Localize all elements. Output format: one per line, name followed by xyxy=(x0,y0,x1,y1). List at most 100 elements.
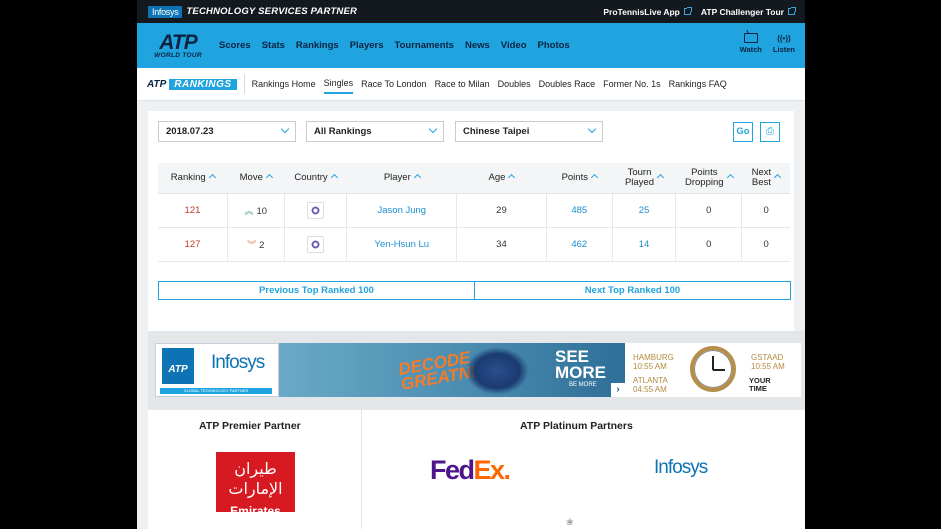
tourn-played-link[interactable]: 25 xyxy=(612,193,677,228)
col-ranking[interactable]: Ranking xyxy=(158,163,228,194)
subnav-doubles[interactable]: Doubles xyxy=(498,75,531,93)
print-icon[interactable]: ⎙ xyxy=(760,122,780,142)
chevron-down-icon xyxy=(428,124,438,134)
nav-item-news[interactable]: News xyxy=(465,40,490,51)
previous-top-100-button[interactable]: Previous Top Ranked 100 xyxy=(158,281,475,300)
infosys-logo[interactable]: Infosys xyxy=(148,5,183,18)
next-best-cell: 0 xyxy=(741,193,790,228)
partner-tagline: TECHNOLOGY SERVICES PARTNER xyxy=(186,6,358,17)
atp-world-tour-logo[interactable]: ATP WORLD TOUR xyxy=(149,32,207,60)
page: Infosys TECHNOLOGY SERVICES PARTNER ProT… xyxy=(137,0,805,529)
table-row[interactable]: 121 ︽ 10 Jason Jung 29 485 25 0 0 xyxy=(158,193,790,228)
player-link[interactable]: Jason Jung xyxy=(346,193,458,228)
tv-icon xyxy=(743,33,758,43)
subnav-rankings-home[interactable]: Rankings Home xyxy=(252,75,316,93)
rankings-table: Ranking Move Country Player Age Points T… xyxy=(158,163,790,262)
move-cell: ︽ 10 xyxy=(227,193,285,228)
nav-item-scores[interactable]: Scores xyxy=(219,40,251,51)
top-links: ProTennisLive App ATP Challenger Tour xyxy=(603,0,805,23)
next-best-cell: 0 xyxy=(741,227,790,262)
nav-item-photos[interactable]: Photos xyxy=(538,40,570,51)
taipei-flag-icon[interactable] xyxy=(307,235,324,253)
subnav-former-no1s[interactable]: Former No. 1s xyxy=(603,75,661,93)
ranking-cell: 121 xyxy=(158,193,228,228)
table-header-row: Ranking Move Country Player Age Points T… xyxy=(158,163,790,194)
sort-up-icon xyxy=(508,174,516,182)
sort-up-icon xyxy=(656,174,665,182)
arrow-right-icon[interactable]: › xyxy=(611,383,625,397)
country-select[interactable]: Chinese Taipei xyxy=(455,121,603,142)
sort-up-icon xyxy=(208,174,216,182)
rankings-card: 2018.07.23 All Rankings Chinese Taipei G… xyxy=(148,111,794,331)
taipei-flag-icon[interactable] xyxy=(307,201,324,219)
atp-rankings-logo[interactable]: ATP RANKINGS xyxy=(147,78,237,90)
go-button[interactable]: Go xyxy=(733,122,753,142)
partner-logo-icon[interactable]: ❀ xyxy=(566,517,574,528)
sort-up-icon xyxy=(330,174,338,182)
nav-items: Scores Stats Rankings Players Tournament… xyxy=(219,40,581,51)
top-partner-bar: Infosys TECHNOLOGY SERVICES PARTNER ProT… xyxy=(137,0,805,23)
col-age[interactable]: Age xyxy=(456,163,547,194)
col-player[interactable]: Player xyxy=(346,163,457,194)
see-more-text: SEE MORE xyxy=(555,347,606,382)
rankings-subnav: ATP RANKINGS Rankings Home Singles Race … xyxy=(137,68,805,101)
emirates-logo[interactable]: طيران الإمارات Emirates xyxy=(216,452,295,518)
sort-up-icon xyxy=(413,174,421,182)
col-tourn-played[interactable]: Tourn Played xyxy=(612,163,676,194)
divider xyxy=(361,410,362,529)
infosys-logo[interactable]: Infosys xyxy=(654,457,708,479)
fedex-logo[interactable]: FedEx. xyxy=(430,455,511,486)
player-link[interactable]: Yen-Hsun Lu xyxy=(346,227,458,262)
next-top-100-button[interactable]: Next Top Ranked 100 xyxy=(474,281,791,300)
subnav-race-to-london[interactable]: Race To London xyxy=(361,75,426,93)
nav-item-video[interactable]: Video xyxy=(501,40,527,51)
col-points-dropping[interactable]: Points Dropping xyxy=(675,163,742,194)
challenger-tour-link[interactable]: ATP Challenger Tour xyxy=(701,7,796,17)
points-link[interactable]: 462 xyxy=(546,227,613,262)
nav-item-tournaments[interactable]: Tournaments xyxy=(395,40,454,51)
ranking-cell: 127 xyxy=(158,227,228,262)
infosys-ad-logo[interactable]: ATP Infosys GLOBAL TECHNOLOGY PARTNER xyxy=(155,343,279,397)
table-row[interactable]: 127 ︾ 2 Yen-Hsun Lu 34 462 14 0 0 xyxy=(158,227,790,262)
nav-item-stats[interactable]: Stats xyxy=(262,40,285,51)
chevron-down-icon xyxy=(280,124,290,134)
sort-up-icon xyxy=(265,174,273,182)
radio-icon: ((•)) xyxy=(777,34,791,43)
partners-section: ATP Premier Partner ATP Platinum Partner… xyxy=(148,410,805,529)
watch-button[interactable]: Watch xyxy=(740,33,762,54)
clock-icon xyxy=(690,346,736,392)
subnav-doubles-race[interactable]: Doubles Race xyxy=(539,75,596,93)
decode-greatness-ad[interactable]: DECODE GREATNESS SEE MORE BE MORE › xyxy=(279,343,625,397)
protennislive-link[interactable]: ProTennisLive App xyxy=(603,7,692,17)
col-points[interactable]: Points xyxy=(546,163,613,194)
move-up-icon: ︽ xyxy=(244,205,254,216)
tourn-played-link[interactable]: 14 xyxy=(612,227,677,262)
external-link-icon xyxy=(788,7,796,15)
date-select[interactable]: 2018.07.23 xyxy=(158,121,296,142)
points-link[interactable]: 485 xyxy=(546,193,613,228)
listen-button[interactable]: ((•)) Listen xyxy=(773,33,795,54)
subnav-race-to-milan[interactable]: Race to Milan xyxy=(435,75,490,93)
chevron-down-icon xyxy=(587,124,597,134)
col-country[interactable]: Country xyxy=(284,163,347,194)
nav-item-rankings[interactable]: Rankings xyxy=(296,40,339,51)
country-cell xyxy=(284,227,348,262)
divider xyxy=(243,74,245,94)
platinum-partners-title: ATP Platinum Partners xyxy=(520,420,633,432)
sort-up-icon xyxy=(726,174,734,182)
col-move[interactable]: Move xyxy=(227,163,285,194)
main-nav: ATP WORLD TOUR Scores Stats Rankings Pla… xyxy=(137,23,805,68)
nav-item-players[interactable]: Players xyxy=(350,40,384,51)
subnav-singles[interactable]: Singles xyxy=(323,74,354,94)
sort-up-icon xyxy=(590,174,599,182)
premier-partner-title: ATP Premier Partner xyxy=(199,420,301,432)
age-cell: 29 xyxy=(456,193,547,228)
col-next-best[interactable]: Next Best xyxy=(741,163,790,194)
world-clock-ad[interactable]: HAMBURG 10:55 AM ATLANTA 04:55 AM GSTAAD 10… xyxy=(625,343,801,397)
external-link-icon xyxy=(683,7,692,15)
range-select[interactable]: All Rankings xyxy=(306,121,444,142)
sort-up-icon xyxy=(774,174,782,182)
country-cell xyxy=(284,193,348,228)
move-down-icon: ︾ xyxy=(247,239,257,250)
subnav-rankings-faq[interactable]: Rankings FAQ xyxy=(669,75,727,93)
